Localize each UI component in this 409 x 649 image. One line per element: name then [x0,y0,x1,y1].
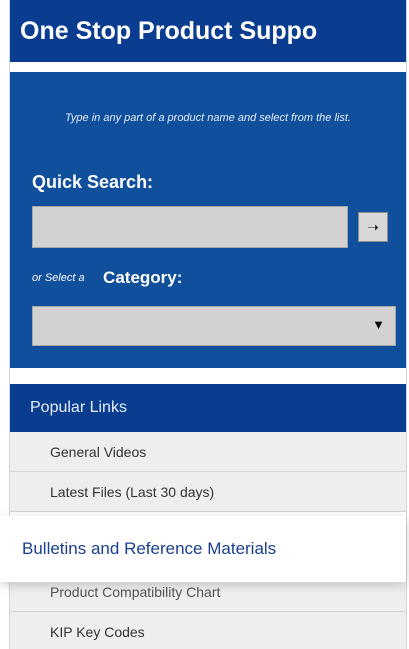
category-select[interactable]: ▼ [32,306,396,346]
panel-divider [10,368,406,384]
title-divider [10,62,406,72]
category-label: Category: [103,268,183,287]
quick-search-input[interactable] [32,206,348,248]
link-latest-files[interactable]: Latest Files (Last 30 days) [10,472,406,512]
quick-search-label: Quick Search: [32,172,154,192]
widget-title: One Stop Product Suppo [10,0,406,62]
search-panel: Type in any part of a product name and s… [10,72,406,368]
category-prefix: or Select a [32,272,85,284]
search-hint: Type in any part of a product name and s… [65,112,351,124]
quick-search-go-button[interactable]: ➝ [358,212,388,242]
link-kip-key-codes[interactable]: KIP Key Codes [10,612,406,649]
link-general-videos[interactable]: General Videos [10,432,406,472]
popular-links-header: Popular Links [10,384,406,432]
arrow-right-icon: ➝ [367,219,379,235]
chevron-down-icon: ▼ [372,317,385,332]
link-bulletins-reference-materials[interactable]: Bulletins and Reference Materials [0,516,406,582]
category-row: or Select a Category: [32,268,182,288]
